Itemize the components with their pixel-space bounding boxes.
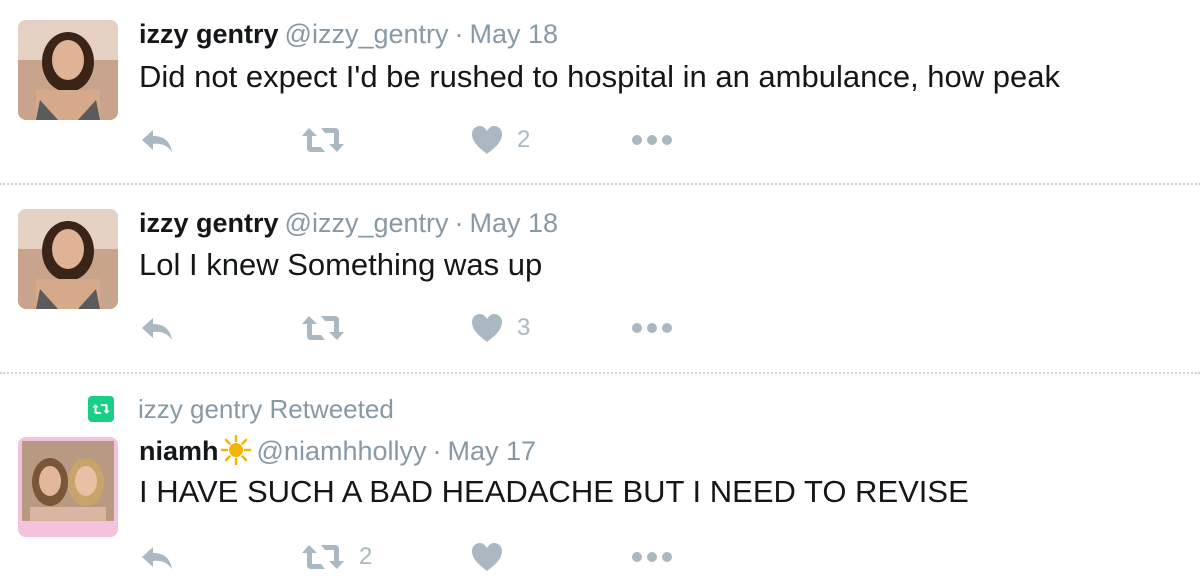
more-icon [632, 323, 672, 333]
divider [0, 183, 1200, 185]
retweet-button[interactable]: 2 [301, 537, 372, 577]
heart-icon [472, 314, 502, 342]
like-count: 3 [517, 314, 531, 341]
tweet-actions: 2 [139, 120, 699, 160]
tweet[interactable]: izzy gentry @izzy_gentry · May 18 Did not e… [0, 0, 1200, 184]
user-handle[interactable]: @izzy_gentry [285, 19, 449, 49]
reply-icon [142, 318, 172, 340]
retweet-count: 2 [359, 543, 373, 570]
reply-icon [142, 130, 172, 152]
tweet[interactable]: niamh @niamhhollyy · May 17 I HAVE SUCH A B… [0, 375, 1200, 584]
user-handle[interactable]: @izzy_gentry [285, 208, 449, 238]
reply-button[interactable] [139, 308, 175, 348]
avatar[interactable] [18, 20, 118, 120]
tweet-date[interactable]: May 17 [448, 436, 537, 466]
tweet-header: izzy gentry @izzy_gentry · May 18 [139, 17, 558, 51]
tweet-date[interactable]: May 18 [470, 19, 559, 49]
tweet[interactable]: izzy gentry @izzy_gentry · May 18 Lol I kne… [0, 186, 1200, 372]
like-button[interactable]: 2 [471, 120, 530, 160]
display-name[interactable]: izzy gentry [139, 208, 279, 238]
reply-button[interactable] [139, 120, 175, 160]
retweet-icon [302, 128, 344, 152]
retweet-button[interactable] [301, 120, 359, 160]
separator-dot: · [454, 19, 464, 49]
like-count: 2 [517, 126, 531, 153]
separator-dot: · [454, 208, 464, 238]
more-icon [632, 135, 672, 145]
more-icon [632, 552, 672, 562]
retweet-icon [302, 545, 344, 569]
tweet-date[interactable]: May 18 [470, 208, 559, 238]
tweet-actions: 2 [139, 537, 699, 577]
more-button[interactable] [631, 120, 673, 160]
tweet-actions: 3 [139, 308, 699, 348]
avatar[interactable] [18, 437, 118, 537]
tweet-header: izzy gentry @izzy_gentry · May 18 [139, 206, 558, 240]
sun-emoji-icon [220, 434, 251, 465]
avatar[interactable] [18, 209, 118, 309]
heart-icon [472, 126, 502, 154]
divider [0, 372, 1200, 374]
heart-icon [472, 543, 502, 571]
tweet-header: niamh @niamhhollyy · May 17 [139, 434, 536, 468]
reply-button[interactable] [139, 537, 175, 577]
display-name[interactable]: izzy gentry [139, 19, 279, 49]
separator-dot: · [432, 436, 442, 466]
tweet-text: I HAVE SUCH A BAD HEADACHE BUT I NEED TO… [139, 474, 969, 509]
more-button[interactable] [631, 308, 673, 348]
more-button[interactable] [631, 537, 673, 577]
tweet-text: Lol I knew Something was up [139, 247, 543, 282]
user-handle[interactable]: @niamhhollyy [257, 436, 427, 466]
display-name[interactable]: niamh [139, 436, 219, 466]
tweet-text: Did not expect I'd be rushed to hospital… [139, 59, 1061, 94]
retweet-icon [302, 316, 344, 340]
retweet-button[interactable] [301, 308, 359, 348]
reply-icon [142, 547, 172, 569]
like-button[interactable]: 3 [471, 308, 530, 348]
like-button[interactable] [471, 537, 517, 577]
